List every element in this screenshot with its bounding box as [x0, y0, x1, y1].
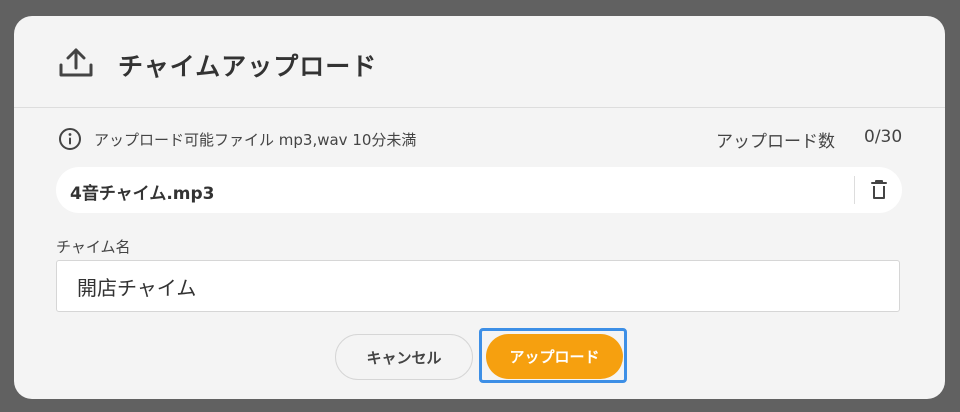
dialog-header: チャイムアップロード — [14, 16, 945, 108]
file-row-divider — [854, 176, 855, 204]
info-icon — [58, 127, 82, 151]
chime-name-label: チャイム名 — [56, 238, 131, 256]
selected-file-name: 4音チャイム.mp3 — [70, 184, 215, 204]
upload-icon — [58, 48, 94, 78]
upload-restriction-text: アップロード可能ファイル mp3,wav 10分未満 — [94, 131, 417, 149]
upload-button[interactable]: アップロード — [486, 334, 623, 379]
chime-name-input[interactable] — [56, 260, 900, 312]
delete-file-button[interactable] — [866, 178, 892, 202]
cancel-button[interactable]: キャンセル — [335, 334, 473, 380]
upload-count-value: 0/30 — [864, 127, 903, 147]
chime-upload-dialog: チャイムアップロード アップロード可能ファイル mp3,wav 10分未満 アッ… — [14, 16, 945, 399]
upload-count-label: アップロード数 — [716, 132, 835, 152]
trash-icon — [871, 180, 887, 199]
dialog-title: チャイムアップロード — [118, 52, 378, 81]
selected-file-row: 4音チャイム.mp3 — [56, 167, 902, 213]
